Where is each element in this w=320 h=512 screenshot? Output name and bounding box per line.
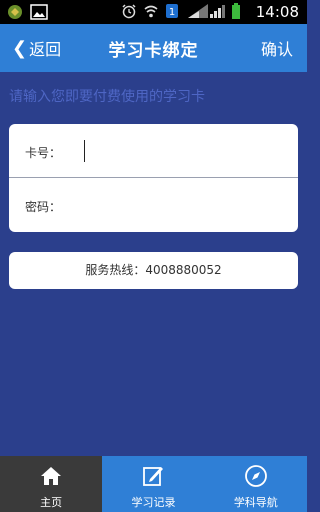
tab-study-records[interactable]: 学习记录 [102,456,204,512]
signal-icon [187,3,208,19]
card-number-row: 卡号： [9,124,298,178]
hotline-button[interactable]: 服务热线：4008880052 [9,252,298,289]
status-bar: 1 14:08 [0,0,307,24]
card-number-input[interactable] [73,138,283,164]
tab-study-records-label: 学习记录 [131,496,176,509]
tab-subject-navigation[interactable]: 学科导航 [205,456,307,512]
wifi-icon [143,3,161,19]
nav-bar: ❮ 返回 学习卡绑定 确认 [0,24,307,72]
instruction-text: 请输入您即要付费使用的学习卡 [9,89,205,105]
signal-icon-2 [209,3,227,19]
edit-note-icon [141,464,165,488]
bottom-tab-bar: 主页 学习记录 学科导航 [0,456,307,512]
password-input[interactable] [73,192,283,218]
confirm-button[interactable]: 确认 [261,36,293,60]
password-row: 密码： [9,178,298,232]
tab-subject-navigation-label: 学科导航 [233,496,278,509]
image-notification-icon [30,4,48,20]
usb-debug-icon [6,4,24,20]
compass-icon [244,464,268,488]
battery-icon [231,3,249,19]
tab-home-label: 主页 [40,496,63,509]
alarm-icon [121,3,139,19]
status-time: 14:08 [255,3,299,21]
tab-home[interactable]: 主页 [0,456,103,512]
binding-form: 卡号： 密码： [9,124,298,232]
notification-badge-icon: 1 [165,3,183,19]
svg-text:1: 1 [169,7,175,18]
password-label: 密码： [25,200,62,214]
home-icon [39,464,63,488]
card-number-label: 卡号： [25,146,62,160]
